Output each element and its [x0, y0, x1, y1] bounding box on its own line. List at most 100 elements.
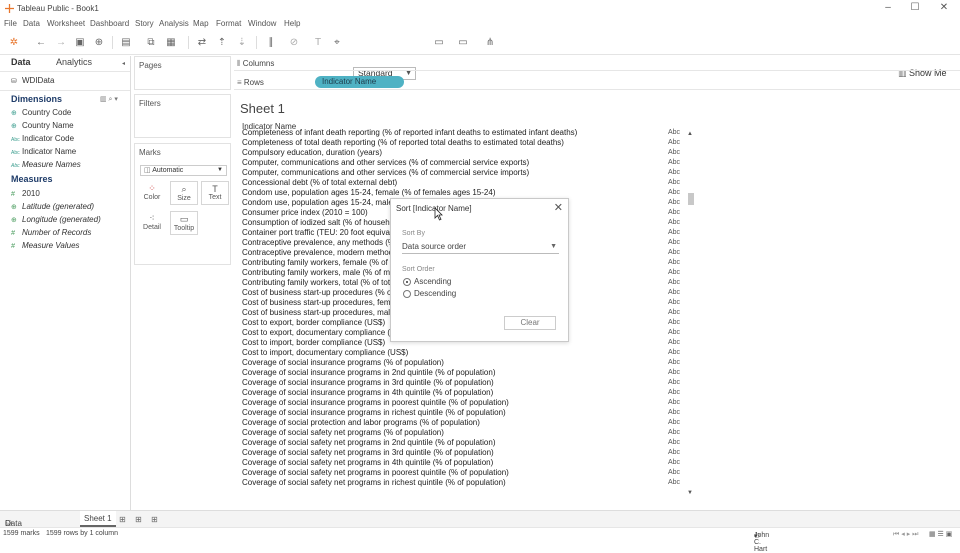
close-icon[interactable]: ✕	[937, 2, 951, 13]
menu-format[interactable]: Format	[216, 19, 241, 28]
new-worksheet-icon[interactable]: ⊞	[119, 515, 126, 524]
field-longitude[interactable]: ⊕ Longitude (generated)	[11, 215, 101, 227]
table-row[interactable]: Completeness of infant death reporting (…	[235, 128, 690, 138]
view-mode-icons[interactable]: ▦ ☰ ▣	[929, 530, 952, 538]
datasource-item[interactable]: ⛁ WDIData	[11, 76, 54, 88]
dimension-tools-icon[interactable]: ▥ ⌕ ▾	[100, 95, 118, 104]
color-button[interactable]: ⁘ Color	[138, 181, 166, 205]
menu-map[interactable]: Map	[193, 19, 209, 28]
table-row[interactable]: Concessional debt (% of total external d…	[235, 178, 690, 188]
menu-story[interactable]: Story	[135, 19, 154, 28]
mark-type-value: Automatic	[152, 167, 184, 174]
descending-radio[interactable]: Descending	[403, 289, 456, 298]
abc-cell: Abc	[668, 159, 681, 166]
field-country-name[interactable]: ⊕ Country Name	[11, 121, 74, 133]
pin-icon[interactable]: ⌖	[330, 36, 344, 49]
table-row[interactable]: Coverage of social safety net programs (…	[235, 428, 690, 438]
sort-descending-icon[interactable]: ⇣	[235, 36, 249, 49]
card-visibility-icon[interactable]: ▭	[432, 36, 446, 49]
field-indicator-name[interactable]: Abc Indicator Name	[11, 147, 76, 159]
labels-icon[interactable]: T	[311, 36, 325, 49]
table-row[interactable]: Computer, communications and other servi…	[235, 168, 690, 178]
field-latitude[interactable]: ⊕ Latitude (generated)	[11, 202, 94, 214]
presentation-mode-icon[interactable]: ▭	[456, 36, 470, 49]
new-story-icon[interactable]: ⊞	[151, 515, 158, 524]
sort-by-select[interactable]: Data source order ▼	[402, 241, 559, 254]
chevron-down-icon: ▾	[754, 533, 758, 540]
menu-worksheet[interactable]: Worksheet	[47, 19, 85, 28]
field-indicator-code[interactable]: Abc Indicator Code	[11, 134, 74, 146]
mark-type-select[interactable]: ◫ Automatic ▼	[140, 165, 227, 176]
menu-help[interactable]: Help	[284, 19, 300, 28]
rows-pill[interactable]: Indicator Name	[315, 76, 404, 88]
table-row[interactable]: Coverage of social insurance programs in…	[235, 408, 690, 418]
table-row[interactable]: Compulsory education, duration (years)	[235, 148, 690, 158]
table-row[interactable]: Coverage of social safety net programs i…	[235, 468, 690, 478]
minimize-icon[interactable]: –	[881, 2, 895, 13]
size-button[interactable]: ⌕ Size	[170, 181, 198, 205]
scroll-thumb[interactable]	[688, 193, 694, 205]
table-row[interactable]: Coverage of social insurance programs in…	[235, 398, 690, 408]
table-row[interactable]: Coverage of social safety net programs i…	[235, 458, 690, 468]
swap-icon[interactable]: ⇄	[195, 36, 209, 49]
clear-button[interactable]: Clear	[504, 316, 556, 330]
menu-window[interactable]: Window	[248, 19, 276, 28]
table-row[interactable]: Coverage of social insurance programs in…	[235, 378, 690, 388]
tooltip-button[interactable]: ▭ Tooltip	[170, 211, 198, 235]
sheet-nav-icons[interactable]: ⏮ ◂ ▸ ⏭	[893, 530, 918, 539]
text-button[interactable]: T Text	[201, 181, 229, 205]
field-number-of-records[interactable]: # Number of Records	[11, 228, 91, 240]
tableau-home-icon[interactable]: ✲	[7, 36, 21, 49]
field-country-code[interactable]: ⊕ Country Code	[11, 108, 71, 120]
vertical-scrollbar[interactable]: ▲ ▼	[687, 131, 695, 499]
abc-cell: Abc	[668, 309, 681, 316]
close-icon[interactable]: ✕	[554, 201, 563, 214]
menu-analysis[interactable]: Analysis	[159, 19, 189, 28]
tab-analytics[interactable]: Analytics	[56, 57, 92, 71]
rows-shelf[interactable]: ≡ Rows Indicator Name	[234, 75, 960, 90]
table-row[interactable]: Condom use, population ages 15-24, femal…	[235, 188, 690, 198]
duplicate-sheet-icon[interactable]: ⧉	[144, 36, 158, 49]
menu-data[interactable]: Data	[23, 19, 40, 28]
abc-cell: Abc	[668, 369, 681, 376]
pages-card[interactable]: Pages	[134, 56, 231, 90]
scroll-up-icon[interactable]: ▲	[687, 131, 693, 137]
abc-cell: Abc	[668, 279, 681, 286]
menu-file[interactable]: File	[4, 19, 17, 28]
clear-sheet-icon[interactable]: ▦	[164, 36, 178, 49]
sheet1-tab[interactable]: Sheet 1	[80, 511, 116, 527]
save-icon[interactable]: ▣	[73, 36, 87, 49]
filters-card[interactable]: Filters	[134, 94, 231, 138]
table-row[interactable]: Coverage of social insurance programs in…	[235, 388, 690, 398]
scroll-down-icon[interactable]: ▼	[687, 490, 693, 496]
new-worksheet-icon[interactable]: ▤	[119, 36, 133, 49]
table-row[interactable]: Coverage of social protection and labor …	[235, 418, 690, 428]
table-row[interactable]: Coverage of social safety net programs i…	[235, 478, 690, 488]
undo-icon[interactable]: ←	[34, 36, 48, 49]
menu-dashboard[interactable]: Dashboard	[90, 19, 129, 28]
highlight-icon[interactable]: ∥	[264, 36, 278, 49]
columns-shelf[interactable]: ⦀ Columns	[234, 56, 960, 71]
share-icon[interactable]: ⋔	[483, 36, 497, 49]
new-dashboard-icon[interactable]: ⊞	[135, 515, 142, 524]
field-2010[interactable]: #2010	[11, 189, 40, 201]
pane-collapse-icon[interactable]: ◂	[122, 60, 125, 67]
table-row[interactable]: Computer, communications and other servi…	[235, 158, 690, 168]
table-row[interactable]: Coverage of social safety net programs i…	[235, 448, 690, 458]
sort-ascending-icon[interactable]: ⇡	[215, 36, 229, 49]
ascending-radio[interactable]: Ascending	[403, 277, 451, 286]
table-row[interactable]: Cost to import, documentary compliance (…	[235, 348, 690, 358]
maximize-icon[interactable]: ☐	[908, 2, 922, 13]
group-icon[interactable]: ⊘	[287, 36, 301, 49]
field-measure-names[interactable]: Abc Measure Names	[11, 160, 81, 172]
tab-data[interactable]: Data	[11, 57, 31, 71]
table-row[interactable]: Coverage of social insurance programs in…	[235, 368, 690, 378]
field-measure-values[interactable]: # Measure Values	[11, 241, 80, 253]
detail-button[interactable]: ⁖ Detail	[138, 211, 166, 235]
abc-cell: Abc	[668, 419, 681, 426]
new-datasource-icon[interactable]: ⊕	[92, 36, 106, 49]
redo-icon[interactable]: →	[54, 36, 68, 49]
table-row[interactable]: Coverage of social safety net programs i…	[235, 438, 690, 448]
table-row[interactable]: Coverage of social insurance programs (%…	[235, 358, 690, 368]
table-row[interactable]: Completeness of total death reporting (%…	[235, 138, 690, 148]
